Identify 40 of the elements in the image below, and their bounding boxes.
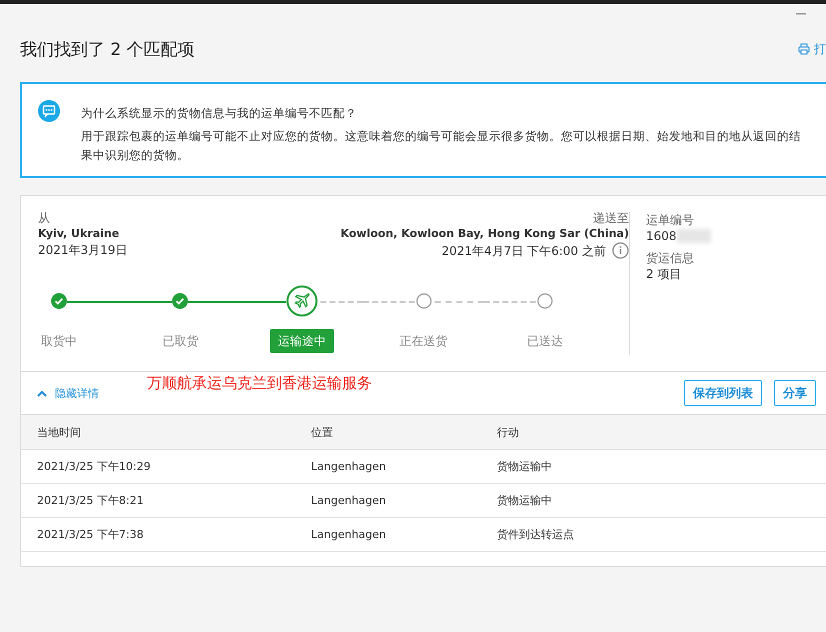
table-cell-text: 货物运输中 bbox=[497, 493, 553, 508]
notice-text: 用于跟踪包裹的运单编号可能不止对应您的货物。这意味着您的编号可能会显示很多货物。您可以根据日期、始发地和目的地从返回的结果中识别您的货物。 bbox=[81, 128, 802, 164]
delivery-date: 2021年4月7日 下午6:00 之前 bbox=[442, 242, 606, 258]
hide-details-toggle[interactable]: 隐藏详情 bbox=[37, 386, 99, 400]
table-cell-text: 2021/3/25 下午10:29 bbox=[37, 459, 152, 474]
table-cell-text: 货物运输中 bbox=[497, 459, 553, 474]
caption-text: 万顺航承运乌克兰到香港运输服务 bbox=[147, 374, 372, 393]
cargo-label: 货运信息 bbox=[646, 250, 695, 266]
notice-question: 为什么系统显示的货物信息与我的运单编号不匹配？ bbox=[81, 105, 358, 122]
column-header: 行动 bbox=[497, 424, 520, 440]
chat-icon bbox=[38, 100, 60, 122]
current-step-badge: 运输途中 bbox=[270, 329, 334, 353]
destination-place: Kowloon, Kowloon Bay, Hong Kong Sar (China) bbox=[340, 226, 629, 242]
tracking-number: 1608 bbox=[646, 228, 677, 244]
info-icon[interactable] bbox=[612, 242, 629, 259]
minimize-icon[interactable] bbox=[796, 12, 806, 15]
destination-label: 递送至 bbox=[592, 210, 629, 226]
table-cell-text: Langenhagen bbox=[311, 528, 387, 541]
cargo-value: 2 项目 bbox=[646, 266, 682, 282]
tracking-label: 运单编号 bbox=[646, 212, 695, 228]
blurred-block bbox=[676, 229, 711, 243]
step-label: 已送达 bbox=[526, 332, 564, 350]
step-label: 正在送货 bbox=[398, 332, 449, 350]
step-label: 已取货 bbox=[161, 332, 200, 350]
table-cell-text: 2021/3/25 下午8:21 bbox=[37, 493, 145, 508]
printer-icon bbox=[798, 43, 810, 55]
table-cell-text: 货件到达转运点 bbox=[497, 527, 575, 542]
step-label: 取货中 bbox=[40, 332, 78, 350]
column-header: 位置 bbox=[311, 424, 334, 440]
table-cell-text: Langenhagen bbox=[311, 494, 387, 507]
action-button[interactable]: 分享 bbox=[774, 380, 816, 406]
action-button[interactable]: 保存到列表 bbox=[684, 380, 762, 406]
table-cell-text: Langenhagen bbox=[311, 460, 387, 473]
page-title: 我们找到了 2 个匹配项 bbox=[20, 38, 195, 60]
pickup-date: 2021年3月19日 bbox=[38, 242, 128, 258]
table-cell-text: 2021/3/25 下午7:38 bbox=[37, 527, 145, 542]
column-header: 当地时间 bbox=[37, 424, 82, 440]
origin-place: Kyiv, Ukraine bbox=[38, 226, 120, 242]
print-link[interactable]: 打 bbox=[798, 40, 826, 58]
from-label: 从 bbox=[38, 210, 51, 226]
